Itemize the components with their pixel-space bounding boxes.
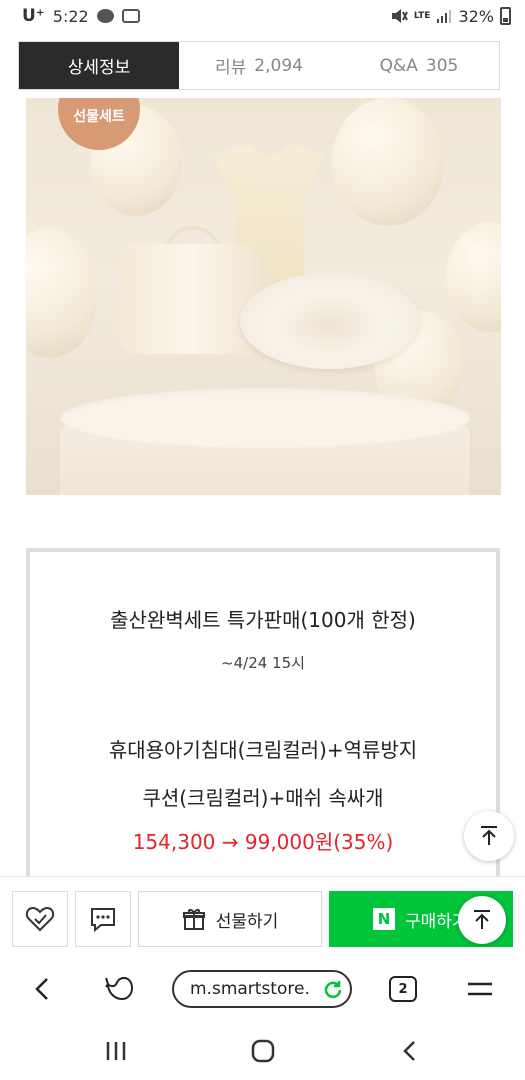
tab-reviews[interactable]: 리뷰 2,094 [179, 42, 339, 89]
mute-icon [391, 9, 408, 23]
url-bar[interactable]: m.smartstore. [172, 970, 352, 1008]
balloon-decoration [26, 228, 98, 358]
tab-count-value: 2 [398, 981, 408, 997]
scroll-to-top-button[interactable] [464, 811, 514, 861]
clock: 5:22 [52, 6, 89, 26]
tab-details-label: 상세정보 [67, 58, 131, 78]
gift-button-label: 선물하기 [215, 911, 279, 932]
battery-icon [500, 7, 511, 25]
home-icon[interactable] [250, 1038, 276, 1064]
promo-price: 154,300 → 99,000원(35%) [132, 830, 394, 854]
arrow-up-icon [474, 910, 490, 929]
promo-info-box: 출산완벽세트 특가판매(100개 한정) ~4/24 15시 휴대용아기침대(크… [26, 548, 500, 888]
inquiry-button[interactable] [75, 891, 131, 947]
cushion-product [240, 273, 420, 369]
gift-set-badge-text: 선물세트 [73, 109, 125, 125]
system-back-icon[interactable] [398, 1039, 422, 1063]
network-type: LTE [413, 10, 431, 21]
browser-toolbar: m.smartstore. 2 [0, 960, 525, 1020]
heart-icon [25, 906, 55, 932]
tab-count-button[interactable]: 2 [389, 976, 417, 1002]
talk-icon [96, 9, 114, 23]
whale-browser-icon[interactable] [104, 974, 136, 1004]
product-tabs: 상세정보 리뷰 2,094 Q&A 305 [18, 41, 500, 90]
product-hero-image: 선물세트 [26, 98, 501, 495]
wishlist-button[interactable] [12, 891, 68, 947]
promo-title: 출산완벽세트 특가판매(100개 한정) [110, 608, 416, 632]
tab-qna-label: Q&A [379, 55, 418, 76]
tab-details[interactable]: 상세정보 [19, 42, 179, 89]
promo-description-line-2: 쿠션(크림컬러)+매쉬 속싸개 [142, 786, 384, 810]
system-navigation-bar [0, 1020, 525, 1080]
tab-reviews-label: 리뷰 [215, 58, 247, 78]
naver-pay-icon: N [373, 908, 395, 930]
carrier-label: U⁺ [22, 6, 45, 26]
purchase-action-bar: 선물하기 N 구매하기 [0, 876, 525, 960]
tab-qna-count: 305 [425, 55, 459, 76]
reload-icon[interactable] [322, 979, 344, 1001]
signal-icon [437, 10, 452, 23]
tab-reviews-count: 2,094 [254, 55, 303, 76]
arrow-up-icon [481, 826, 497, 845]
balloon-decoration [332, 98, 444, 226]
gift-icon [182, 909, 205, 930]
battery-percent: 32% [458, 6, 494, 26]
status-bar: U⁺ 5:22 LTE 32% [0, 0, 525, 32]
tab-qna[interactable]: Q&A 305 [339, 42, 499, 89]
chat-icon [91, 908, 115, 932]
promo-date: ~4/24 15시 [221, 654, 305, 672]
menu-icon[interactable] [466, 978, 494, 1000]
promo-description-line-1: 휴대용아기침대(크림컬러)+역류방지 [108, 738, 418, 762]
back-icon[interactable] [30, 976, 56, 1002]
image-icon [121, 9, 140, 23]
gift-button[interactable]: 선물하기 [138, 891, 322, 947]
scroll-to-top-button[interactable] [458, 896, 506, 944]
pedestal-top [60, 388, 470, 448]
url-text: m.smartstore. [190, 979, 310, 999]
balloon-decoration [446, 222, 501, 332]
recents-icon[interactable] [104, 1040, 128, 1062]
